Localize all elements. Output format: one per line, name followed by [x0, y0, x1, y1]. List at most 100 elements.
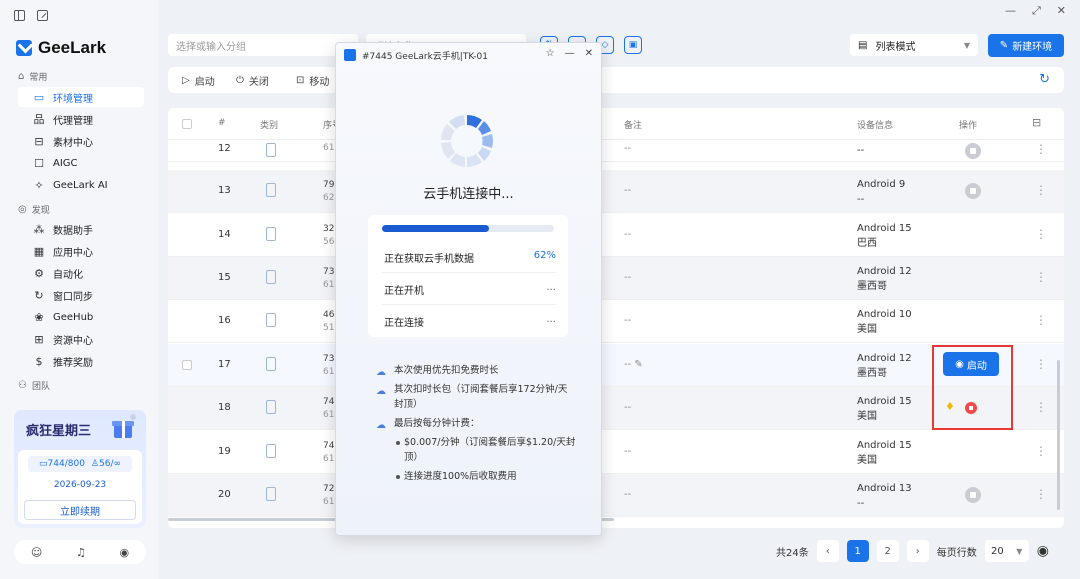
sidebar-item-sync[interactable]: ↻ 窗口同步 — [18, 285, 144, 305]
sidebar-item-geelark-ai[interactable]: ✧ GeeLark AI — [18, 175, 144, 195]
lock-icon — [965, 143, 981, 159]
table-row[interactable]: 12 61… -- -- ⋮ — [168, 140, 1064, 162]
geelark-logo-icon — [344, 49, 356, 61]
column-settings-icon[interactable]: ⊟ — [1032, 116, 1041, 129]
vertical-scrollbar[interactable] — [1057, 360, 1060, 510]
table-row[interactable]: 19 74… 61… -- Android 15 美国 ⋮ — [168, 431, 1064, 474]
sidebar-item-proxy[interactable]: 品代理管理 — [18, 109, 144, 129]
table-row[interactable]: 13 79… 62… -- Android 9 -- ⋮ — [168, 170, 1064, 213]
sidebar-item-geehub[interactable]: ❀ GeeHub — [18, 307, 144, 327]
renew-button[interactable]: 立即续期 — [24, 500, 136, 520]
panel-toggle-icon[interactable] — [14, 10, 25, 21]
th-idx: # — [218, 118, 226, 128]
table-row[interactable]: 17 73… 61… -- ✎ Android 12 墨西哥 ◉ 启动 ⋮ — [168, 344, 1064, 387]
table-row[interactable]: 14 32… 56… -- Android 15 巴西 ⋮ — [168, 214, 1064, 257]
phone-icon — [266, 183, 276, 197]
bulk-move-button[interactable]: ⊡ 移动 — [296, 67, 329, 93]
highlight-box — [932, 345, 1013, 430]
resources-icon: ⊞ — [34, 332, 44, 346]
more-icon[interactable]: ⋮ — [1035, 357, 1047, 371]
dialog-close-icon[interactable]: ✕ — [585, 48, 593, 59]
more-icon[interactable]: ⋮ — [1035, 400, 1047, 414]
table-row[interactable]: 16 46… 51… -- Android 10 美国 ⋮ — [168, 300, 1064, 343]
table-row[interactable]: 20 72… 61… -- Android 13 -- ⋮ — [168, 474, 1064, 517]
minimize-icon[interactable]: — — [1005, 4, 1016, 18]
more-icon[interactable]: ⋮ — [1035, 270, 1047, 284]
bulk-start-button[interactable]: ▷ 启动 — [182, 67, 215, 93]
sidebar-item-env[interactable]: ▭ 环境管理 — [18, 87, 144, 107]
section-team[interactable]: ⚇ 团队 — [18, 379, 50, 392]
pin-icon[interactable]: ☆ — [546, 48, 555, 59]
support-icon[interactable]: ☺ — [31, 546, 42, 559]
eye-icon[interactable]: ◉ — [1037, 543, 1049, 559]
phone-icon — [266, 487, 276, 501]
table-row[interactable]: 18 74… 61… -- Android 15 美国 ♦ ⋮ — [168, 387, 1064, 430]
section-discover: ◎ 发现 — [18, 204, 50, 216]
new-env-button[interactable]: ✎ 新建环境 — [988, 34, 1064, 57]
sidebar-item-apps[interactable]: ▦ 应用中心 — [18, 241, 144, 261]
page-2-button[interactable]: 2 — [876, 540, 899, 562]
edit-icon[interactable] — [37, 10, 48, 21]
sidebar-item-aigc[interactable]: ☐ AIGC — [18, 153, 144, 173]
next-page-button[interactable]: › — [906, 540, 929, 562]
row-checkbox[interactable] — [182, 360, 192, 370]
power-icon: ⏻ — [236, 74, 244, 86]
more-icon[interactable]: ⋮ — [1035, 183, 1047, 197]
phone-icon — [266, 400, 276, 414]
env-table: # 类别 序号 备注 设备信息 操作 ⊟ 12 61… -- -- ⋮ 13 7… — [168, 108, 1064, 528]
pagination: 共24条 ‹ 1 2 › 每页行数 20 ▼ ◉ — [776, 540, 1049, 562]
team-icon: ⚇ — [18, 380, 27, 391]
bulk-close-button[interactable]: ⏻ 关闭 — [236, 67, 269, 93]
dialog-minimize-icon[interactable]: — — [565, 48, 575, 59]
loading-spinner-icon — [441, 115, 493, 167]
promo-title: 疯狂星期三 — [26, 424, 92, 439]
sidebar-item-materials[interactable]: ⊟ 素材中心 — [18, 131, 144, 151]
list-icon: ▤ — [858, 39, 868, 51]
bell-icon[interactable]: ♫ — [76, 546, 86, 559]
phone-icon — [266, 313, 276, 327]
sidebar-item-resources[interactable]: ⊞ 资源中心 — [18, 329, 144, 349]
user-icon[interactable]: ◉ — [120, 546, 130, 559]
progress-card: 正在获取云手机数据 62% 正在开机... 正在连接... — [368, 215, 568, 337]
th-type: 类别 — [260, 121, 279, 131]
more-icon[interactable]: ⋮ — [1035, 313, 1047, 327]
more-icon[interactable]: ⋮ — [1035, 487, 1047, 501]
play-icon: ▷ — [182, 74, 190, 86]
dialog-controls: ☆ — ✕ — [546, 48, 593, 59]
cloud-phone-dialog: #7445 GeeLark云手机|TK-01 ☆ — ✕ 云手机连接中... 正… — [335, 42, 602, 536]
dialog-title: #7445 GeeLark云手机|TK-01 — [362, 51, 488, 62]
view-mode-select[interactable]: ▤ 列表模式 ▼ — [850, 34, 978, 56]
folder-icon[interactable]: ▣ — [624, 36, 642, 54]
sidebar-item-automation[interactable]: ⚙ 自动化 — [18, 263, 144, 283]
step-boot: 正在开机... — [384, 282, 556, 297]
progress-fill — [382, 225, 489, 232]
select-all-checkbox[interactable] — [182, 119, 192, 129]
maximize-icon[interactable]: ⤢ — [1032, 4, 1041, 18]
rows-per-page-select[interactable]: 20 ▼ — [984, 540, 1029, 562]
edit-note-icon[interactable]: ✎ — [634, 359, 642, 370]
refresh-icon[interactable]: ↻ — [1039, 72, 1050, 87]
geehub-icon: ❀ — [34, 310, 44, 324]
more-icon[interactable]: ⋮ — [1035, 227, 1047, 241]
more-icon[interactable]: ⋮ — [1035, 444, 1047, 458]
apps-icon: ▦ — [33, 244, 45, 258]
page-1-button[interactable]: 1 — [846, 540, 869, 562]
compass-icon: ◎ — [18, 204, 27, 215]
env-quota: ▭744/800 — [39, 459, 85, 469]
connecting-title: 云手机连接中... — [423, 187, 514, 202]
home-icon: ⌂ — [18, 71, 25, 82]
materials-icon: ⊟ — [34, 134, 44, 148]
member-quota: ♙56/∞ — [90, 459, 121, 469]
prev-page-button[interactable]: ‹ — [816, 540, 839, 562]
more-icon[interactable]: ⋮ — [1035, 142, 1047, 156]
close-icon[interactable]: ✕ — [1057, 4, 1066, 18]
cloud-icon: ☁ — [376, 367, 386, 378]
table-row[interactable]: 15 73… 61… -- Android 12 墨西哥 ⋮ — [168, 257, 1064, 300]
group-select[interactable]: 选择或输入分组 — [168, 34, 358, 56]
sidebar-item-rewards[interactable]: $ 推荐奖励 — [18, 351, 144, 371]
total-count: 共24条 — [776, 547, 809, 559]
th-note: 备注 — [624, 121, 643, 131]
cloud-icon: ☁ — [376, 386, 386, 397]
automation-icon: ⚙ — [34, 266, 44, 280]
sidebar-item-data[interactable]: ⁂ 数据助手 — [18, 219, 144, 239]
